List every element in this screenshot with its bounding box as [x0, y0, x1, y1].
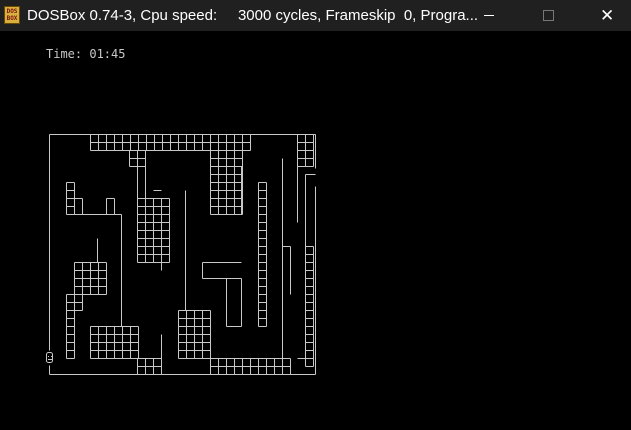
close-button[interactable]: ✕	[584, 0, 630, 31]
minimize-button[interactable]	[466, 0, 512, 31]
close-icon: ✕	[600, 6, 615, 26]
maze	[46, 134, 316, 375]
maximize-button[interactable]	[525, 0, 571, 31]
dos-screen[interactable]	[0, 31, 631, 430]
time-display: Time: 01:45	[46, 47, 126, 61]
dosbox-app-icon[interactable]: DOS BOX	[4, 6, 20, 24]
window-titlebar[interactable]: DOS BOX DOSBox 0.74-3, Cpu speed: 3000 c…	[0, 0, 631, 31]
app-icon-line-1: DOS	[6, 8, 18, 15]
player-face-icon	[46, 352, 53, 363]
app-icon-line-2: BOX	[6, 15, 18, 22]
window-title: DOSBox 0.74-3, Cpu speed: 3000 cycles, F…	[27, 7, 479, 24]
